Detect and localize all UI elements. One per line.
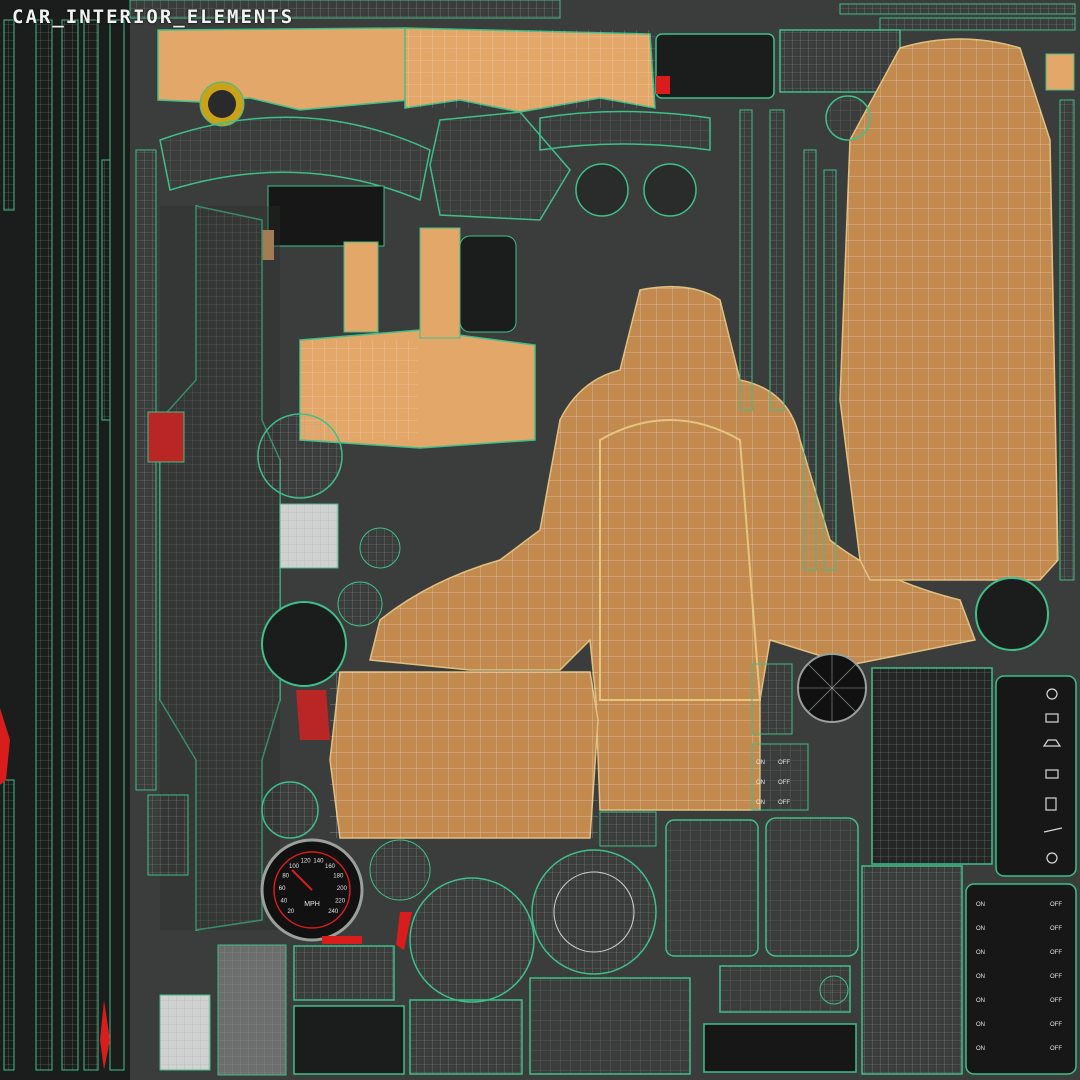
- speedometer-scale-label: 20: [287, 909, 294, 915]
- switch-off-label: OFF: [1050, 974, 1062, 980]
- black-panel-center: [267, 185, 385, 247]
- speedometer-scale-label: 200: [337, 886, 348, 892]
- switch-off-label: OFF: [1050, 950, 1062, 956]
- speedometer-scale-label: 180: [333, 874, 344, 880]
- big-grid-panel: [861, 865, 963, 1075]
- trim-strip-7: [3, 779, 15, 1071]
- switch-on-label: ON: [976, 1046, 985, 1052]
- knob-1: [575, 163, 629, 217]
- console-panel-bottom: [529, 977, 691, 1075]
- speaker-bottom-2: [531, 849, 657, 975]
- speedometer-scale-label: 60: [279, 886, 286, 892]
- round-part-4: [337, 581, 383, 627]
- page-title: CAR_INTERIOR_ELEMENTS: [12, 6, 295, 28]
- speedometer-scale-label: 160: [325, 864, 336, 870]
- switch-off-label: OFF: [778, 780, 790, 786]
- trim-strip-right-2: [769, 109, 785, 411]
- speedometer-scale-label: 80: [282, 874, 289, 880]
- switch-off-label: OFF: [1050, 902, 1062, 908]
- switch-on-label: ON: [756, 760, 765, 766]
- switch-on-label: ON: [976, 1022, 985, 1028]
- indicator-panel: [995, 675, 1077, 877]
- leather-patch-top-right: [1045, 53, 1075, 91]
- leather-strip-mid-3: [419, 227, 461, 339]
- switch-on-label: ON: [756, 800, 765, 806]
- round-part-5: [261, 781, 319, 839]
- dashboard-arch-right: [539, 110, 711, 151]
- switch-off-label: OFF: [1050, 1022, 1062, 1028]
- grill-left: [147, 794, 189, 876]
- switch-off-label: OFF: [1050, 926, 1062, 932]
- knob-right-1: [825, 95, 871, 141]
- uv-layout-drawing: 20 40 60 80100120 140160 180 200 220 240 MPH ON…: [0, 0, 1080, 1080]
- switch-on-label: ON: [976, 926, 985, 932]
- small-grill-right: [751, 663, 793, 735]
- trim-strip-2: [35, 19, 53, 1071]
- small-grill-right-2: [599, 811, 657, 847]
- trim-strip-4: [83, 19, 99, 1071]
- red-marker-bottom: [322, 936, 362, 944]
- speaker-bottom-1: [409, 877, 535, 1003]
- switch-on-label: ON: [976, 998, 985, 1004]
- speedometer-scale-label: 140: [313, 859, 324, 865]
- speedometer-scale-label: 220: [335, 899, 346, 905]
- trim-strip-1: [3, 19, 15, 211]
- leather-strip-mid-2: [343, 241, 379, 333]
- trim-strip-5: [101, 159, 111, 421]
- round-part-bottom-3: [369, 839, 431, 901]
- speedometer-scale-label: 240: [328, 909, 339, 915]
- trim-strip-right-4: [823, 169, 837, 571]
- red-trim-piece: [296, 690, 330, 740]
- speedometer: 20 40 60 80100120 140160 180 200 220 240 MPH: [260, 838, 364, 942]
- gear-shifter-panel: [765, 817, 859, 957]
- trim-strip-right-1: [739, 109, 753, 411]
- dark-cutout-mid: [459, 235, 517, 333]
- leather-panel-top: [157, 27, 411, 111]
- dark-panel-bottom-3: [409, 999, 523, 1075]
- speedometer-scale-label: 120: [301, 859, 312, 865]
- dark-panel-bottom-2: [293, 1005, 405, 1075]
- switch-on-label: ON: [976, 902, 985, 908]
- trim-strip-right-3: [803, 149, 817, 571]
- switch-on-label: ON: [976, 950, 985, 956]
- trim-strip-right-5: [1059, 99, 1075, 581]
- dark-panel-bottom-1: [293, 945, 395, 1001]
- red-block-left: [147, 411, 185, 463]
- round-part-1: [257, 413, 343, 499]
- gauge-panel-top: [655, 33, 775, 99]
- part-strip-a: [135, 149, 157, 791]
- top-trim-bar-right: [839, 3, 1076, 15]
- switch-off-label: OFF: [778, 760, 790, 766]
- switch-off-label: OFF: [1050, 1046, 1062, 1052]
- switch-off-label: OFF: [1050, 998, 1062, 1004]
- round-part-3: [359, 527, 401, 569]
- speaker-right: [975, 577, 1049, 651]
- knob-2: [643, 163, 697, 217]
- keypad-panel: [703, 1023, 857, 1073]
- switch-off-label: OFF: [778, 800, 790, 806]
- speedometer-scale-label: 40: [281, 899, 288, 905]
- switch-on-label: ON: [756, 780, 765, 786]
- top-trim-bar-right-2: [879, 17, 1076, 31]
- speedometer-scale-label: 100: [289, 864, 300, 870]
- knob-right-bottom: [819, 975, 849, 1005]
- uv-texture-atlas: 20 40 60 80 100 120 140 160 180 200 220 240 MPH: [0, 0, 1080, 1080]
- switch-on-label: ON: [976, 974, 985, 980]
- speedometer-unit-label: MPH: [304, 901, 320, 908]
- trim-strip-3: [61, 19, 79, 1071]
- control-panel-center: [665, 819, 759, 957]
